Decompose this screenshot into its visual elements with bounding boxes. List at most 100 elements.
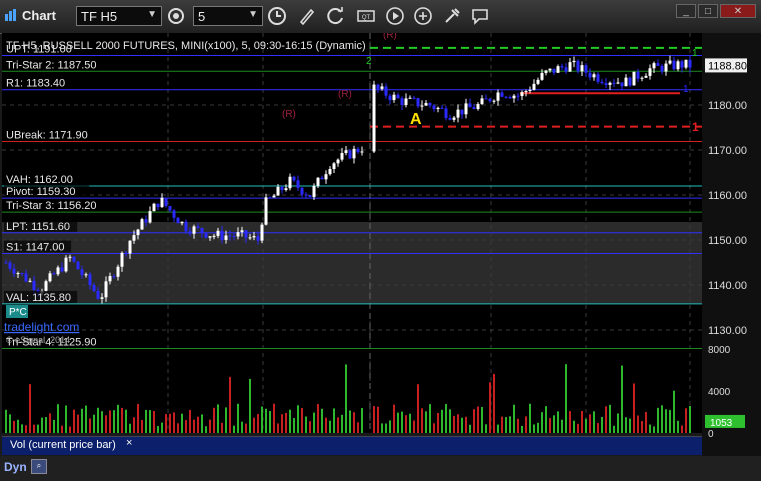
volume-bar (393, 404, 395, 433)
volume-bar (213, 407, 215, 433)
volume-bar (577, 423, 579, 433)
level-label: UBreak: 1171.90 (6, 129, 88, 141)
settings-gear-icon[interactable] (166, 6, 186, 26)
volume-bar (437, 412, 439, 433)
candle-body (648, 68, 652, 76)
volume-bar (381, 423, 383, 433)
level-label: S1: 1147.00 (6, 242, 65, 254)
candle-body (424, 103, 428, 106)
candle-body (560, 66, 564, 68)
close-button[interactable]: ✕ (720, 4, 756, 18)
candle-body (268, 197, 272, 199)
candle-body (592, 74, 596, 78)
volume-bar (25, 425, 27, 433)
volume-bar (449, 409, 451, 433)
candle-body (600, 81, 604, 84)
link-icon[interactable] (413, 6, 433, 26)
candle-body (544, 70, 548, 73)
volume-bar (417, 384, 419, 433)
tools-icon[interactable] (442, 6, 462, 26)
volume-study-bar[interactable]: Vol (current price bar) × (2, 436, 702, 455)
volume-bar (193, 419, 195, 433)
volume-bar (533, 424, 535, 433)
pencil-draw-icon[interactable] (297, 6, 317, 26)
level-label: VAH: 1162.00 (6, 174, 73, 186)
level-label: Pivot: 1159.30 (6, 186, 76, 198)
volume-bar (77, 414, 79, 433)
volume-bar (65, 405, 67, 433)
price-tick-label: 1130.00 (708, 325, 747, 337)
volume-bar (597, 423, 599, 433)
candle-body (420, 105, 424, 107)
volume-bar (481, 407, 483, 433)
minimize-button[interactable]: _ (676, 4, 696, 18)
candle-body (212, 235, 216, 237)
volume-tick-label: 8000 (708, 345, 731, 356)
volume-bar (329, 420, 331, 433)
volume-bar (41, 417, 43, 433)
comment-icon[interactable] (470, 6, 490, 26)
candle-body (652, 63, 656, 69)
candle-body (524, 91, 528, 93)
candle-body (328, 169, 332, 175)
volume-bar (461, 417, 463, 433)
quote-icon[interactable]: QT (356, 6, 376, 26)
volume-bar (517, 418, 519, 433)
volume-bar (505, 417, 507, 433)
volume-bar (261, 406, 263, 433)
volume-bar (477, 406, 479, 433)
volume-bar (453, 415, 455, 433)
level-label: R1: 1183.40 (6, 78, 65, 90)
r-marker: (R) (383, 33, 397, 41)
candle-body (640, 77, 644, 79)
candle-body (376, 84, 380, 89)
maximize-button[interactable]: □ (698, 4, 718, 18)
volume-bar (689, 405, 691, 433)
clock-icon[interactable] (267, 6, 287, 26)
candle-body (256, 236, 260, 241)
volume-bar (441, 409, 443, 433)
level-label: LPT: 1151.60 (6, 221, 70, 233)
candle-body (492, 100, 496, 102)
candle-body (204, 233, 208, 238)
volume-bar (353, 412, 355, 433)
candle-body (484, 98, 488, 100)
candle-body (500, 92, 504, 97)
volume-bar (297, 405, 299, 433)
magnifier-icon[interactable]: ⌕ (31, 459, 47, 474)
window-titlebar: Chart TF H5 ▼ 5 ▼ QT _ □ ✕ (0, 0, 761, 34)
price-chart[interactable]: UPT: 1191.00Tri-Star 2: 1187.50R1: 1183.… (0, 33, 761, 456)
candle-body (608, 82, 612, 85)
candle-body (236, 232, 240, 237)
volume-bar (197, 416, 199, 433)
chevron-down-icon[interactable]: ▼ (248, 9, 258, 20)
candle-body (496, 92, 500, 101)
volume-bar (85, 405, 87, 433)
candle-body (556, 66, 560, 73)
candle-body (392, 94, 396, 101)
symbol-selector[interactable]: TF H5 ▼ (76, 6, 162, 26)
count-label: 1 (683, 84, 689, 95)
candle-body (144, 219, 148, 223)
volume-bar (161, 422, 163, 433)
volume-bar (509, 416, 511, 433)
volume-bar (413, 420, 415, 433)
chevron-down-icon[interactable]: ▼ (147, 9, 157, 20)
close-icon[interactable]: × (126, 437, 132, 449)
volume-bar (541, 412, 543, 433)
refresh-icon[interactable] (326, 6, 346, 26)
window-title: Chart (22, 8, 56, 23)
volume-bar (257, 413, 259, 433)
candle-body (528, 89, 532, 92)
play-icon[interactable] (385, 6, 405, 26)
volume-bar (529, 403, 531, 433)
volume-bar (521, 425, 523, 433)
volume-bar (333, 408, 335, 433)
dynamic-mode-label[interactable]: Dyn (4, 460, 27, 474)
price-tick-label: 1170.00 (708, 145, 747, 157)
candle-body (200, 227, 204, 234)
candle-body (616, 82, 620, 84)
volume-bar (677, 420, 679, 433)
interval-selector[interactable]: 5 ▼ (193, 6, 263, 26)
candle-body (216, 230, 220, 236)
